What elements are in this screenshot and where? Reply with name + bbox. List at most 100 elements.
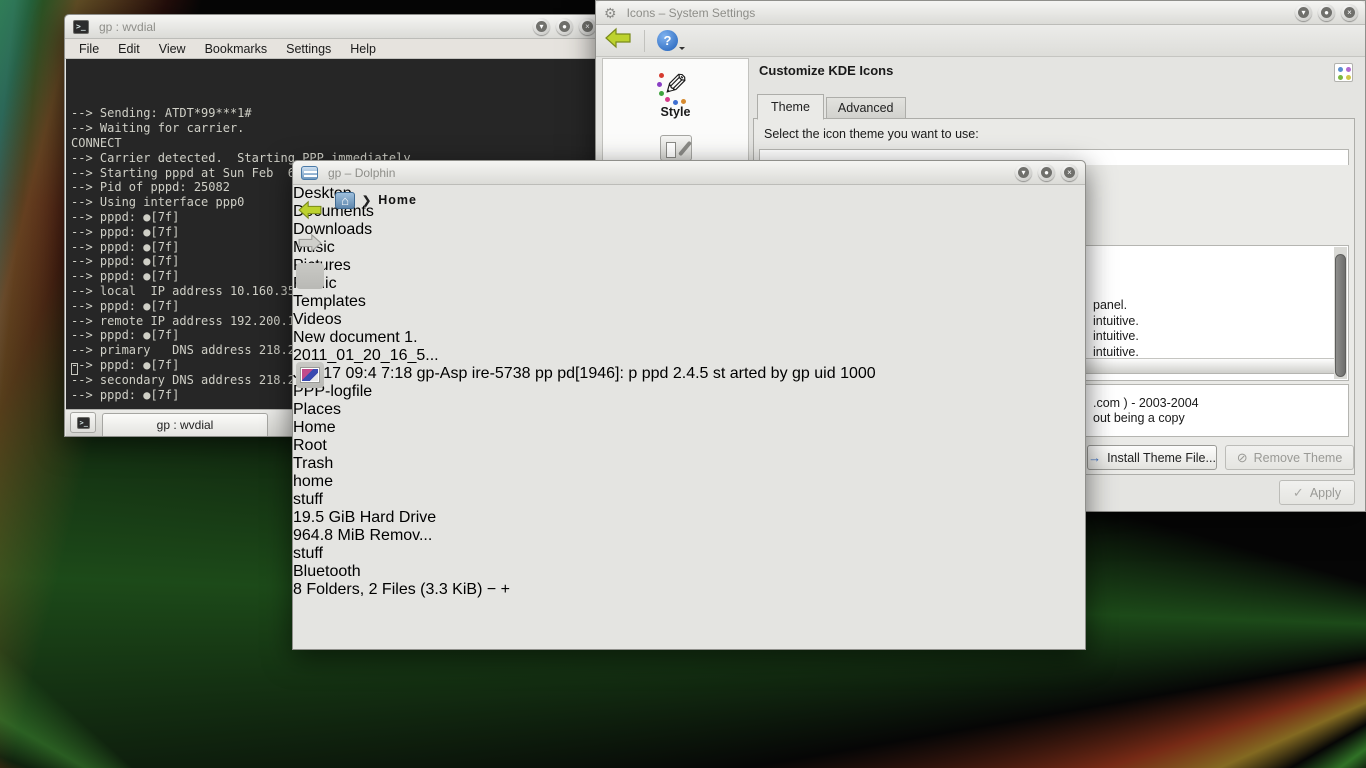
page-title: Customize KDE Icons xyxy=(759,63,893,78)
terminal-line: --> Sending: ATDT*99***1# xyxy=(71,106,597,121)
folder-label: Videos xyxy=(293,311,1085,329)
zoom-in-icon[interactable]: + xyxy=(501,581,510,598)
folder-label: Pictures xyxy=(293,257,1085,275)
folder-item[interactable]: Templates xyxy=(293,293,1085,311)
places-item[interactable]: Home xyxy=(293,419,1085,437)
preview-button[interactable] xyxy=(296,362,324,388)
close-button[interactable]: × xyxy=(1061,164,1078,181)
menu-item[interactable]: Settings xyxy=(286,42,331,56)
folder-label: Music xyxy=(293,239,1085,257)
theme-list-scrollbar[interactable] xyxy=(1334,247,1347,379)
places-item[interactable]: home xyxy=(293,473,1085,491)
theme-description-text: .com ) - 2003-2004out being a copy xyxy=(1093,396,1199,426)
terminal-titlebar[interactable]: gp : wvdial ▾ ● × xyxy=(65,15,603,39)
file-view[interactable]: Desktop Documents Downloads Music xyxy=(293,185,1085,401)
split-view-button[interactable] xyxy=(296,395,324,421)
terminal-window-title: gp : wvdial xyxy=(99,20,156,34)
folder-item[interactable]: Downloads xyxy=(293,221,1085,239)
konsole-window-icon xyxy=(73,20,89,34)
minimize-button[interactable]: ▾ xyxy=(1295,4,1312,21)
system-settings-window-icon xyxy=(604,5,617,21)
places-item[interactable]: Bluetooth xyxy=(293,563,1085,581)
dolphin-titlebar[interactable]: gp – Dolphin ▾ ● × xyxy=(293,161,1085,185)
icon-theme-select-label: Select the icon theme you want to use: xyxy=(764,127,979,141)
terminal-line: --> Waiting for carrier. xyxy=(71,121,597,136)
places-item[interactable]: 19.5 GiB Hard Drive xyxy=(293,509,1085,527)
file-label: PPP-logfile xyxy=(293,383,1085,401)
scrollbar-thumb[interactable] xyxy=(1335,254,1346,377)
maximize-button[interactable]: ● xyxy=(1318,4,1335,21)
theme-list-row[interactable]: panel. xyxy=(1093,298,1139,314)
terminal-tab[interactable]: gp : wvdial xyxy=(102,413,268,436)
system-settings-titlebar[interactable]: Icons – System Settings ▾ ● × xyxy=(596,1,1365,25)
home-icon[interactable] xyxy=(335,192,355,209)
help-button[interactable] xyxy=(657,30,678,51)
dolphin-window: gp – Dolphin ▾ ● × Home Desktop xyxy=(292,160,1086,650)
places-item[interactable]: Trash xyxy=(293,455,1085,473)
tab-theme[interactable]: Theme xyxy=(757,94,824,120)
file-item-ppp-logfile[interactable]: Jan 17 09:4 7:18 gp-Asp ire-5738 pp pd[1… xyxy=(293,365,1085,401)
preview-icon xyxy=(301,368,319,382)
logfile-preview-icon: Jan 17 09:4 7:18 gp-Asp ire-5738 pp pd[1… xyxy=(293,365,1085,383)
style-category-label[interactable]: Style xyxy=(603,105,748,119)
menu-item[interactable]: File xyxy=(79,42,99,56)
places-panel: Places Home Root Trash xyxy=(293,401,1085,581)
new-tab-button[interactable] xyxy=(70,412,96,433)
minimize-button[interactable]: ▾ xyxy=(1015,164,1032,181)
folder-item[interactable]: Videos xyxy=(293,311,1085,329)
back-button[interactable] xyxy=(296,197,324,223)
folder-label: Templates xyxy=(293,293,1085,311)
file-item-new-document[interactable]: New document 1.2011_01_20_16_5... xyxy=(293,329,1085,365)
theme-list-row[interactable]: intuitive. xyxy=(1093,329,1139,345)
tab-bar: Theme Advanced xyxy=(757,94,908,119)
install-theme-button[interactable]: Install Theme File... xyxy=(1087,445,1217,470)
style-category-icon[interactable] xyxy=(663,69,688,103)
folder-item[interactable]: Music xyxy=(293,239,1085,257)
forward-button[interactable] xyxy=(296,230,324,256)
terminal-line: CONNECT xyxy=(71,136,597,151)
places-item[interactable]: stuff xyxy=(293,491,1085,509)
menu-item[interactable]: Bookmarks xyxy=(205,42,268,56)
menu-item[interactable]: View xyxy=(159,42,186,56)
theme-list-row[interactable]: intuitive. xyxy=(1093,314,1139,330)
back-button[interactable] xyxy=(604,27,632,54)
close-button[interactable]: × xyxy=(579,18,596,35)
dolphin-statusbar: 8 Folders, 2 Files (3.3 KiB) − + xyxy=(293,581,1085,599)
remove-theme-button[interactable]: Remove Theme xyxy=(1225,445,1354,470)
breadcrumb: Home xyxy=(327,187,947,213)
places-list: Home Root Trash home xyxy=(293,419,1085,581)
apply-button[interactable]: Apply xyxy=(1279,480,1355,505)
theme-list-text: panel.intuitive.intuitive.intuitive. xyxy=(1093,298,1139,360)
folder-item[interactable]: Public xyxy=(293,275,1085,293)
menu-item[interactable]: Help xyxy=(350,42,376,56)
tab-advanced[interactable]: Advanced xyxy=(826,97,906,119)
places-item[interactable]: Root xyxy=(293,437,1085,455)
dolphin-window-title: gp – Dolphin xyxy=(328,166,395,180)
places-item[interactable]: stuff xyxy=(293,545,1085,563)
files-row: New document 1.2011_01_20_16_5... Jan 17… xyxy=(293,329,1085,401)
maximize-button[interactable]: ● xyxy=(1038,164,1055,181)
folder-label: Public xyxy=(293,275,1085,293)
folder-item[interactable]: Pictures xyxy=(293,257,1085,275)
breadcrumb-separator-icon xyxy=(362,194,371,207)
icons-view-button[interactable] xyxy=(296,263,324,289)
check-icon xyxy=(1293,485,1304,501)
dolphin-window-icon xyxy=(301,166,318,180)
terminal-icon xyxy=(77,417,90,429)
terminal-cursor xyxy=(71,363,78,375)
places-item[interactable]: 964.8 MiB Remov... xyxy=(293,527,1085,545)
details-view-button[interactable] xyxy=(296,296,324,322)
hardware-category-icon[interactable] xyxy=(660,135,692,161)
breadcrumb-location[interactable]: Home xyxy=(378,193,417,207)
install-icon xyxy=(1088,450,1101,465)
columns-view-button[interactable] xyxy=(296,329,324,355)
overview-icon[interactable] xyxy=(1334,63,1353,82)
maximize-button[interactable]: ● xyxy=(556,18,573,35)
zoom-out-icon[interactable]: − xyxy=(487,581,496,598)
minimize-button[interactable]: ▾ xyxy=(533,18,550,35)
no-entry-icon xyxy=(1237,450,1248,466)
terminal-menubar: File Edit View Bookmarks Settings Help xyxy=(65,39,603,59)
description-line: .com ) - 2003-2004 xyxy=(1093,396,1199,411)
menu-item[interactable]: Edit xyxy=(118,42,140,56)
close-button[interactable]: × xyxy=(1341,4,1358,21)
